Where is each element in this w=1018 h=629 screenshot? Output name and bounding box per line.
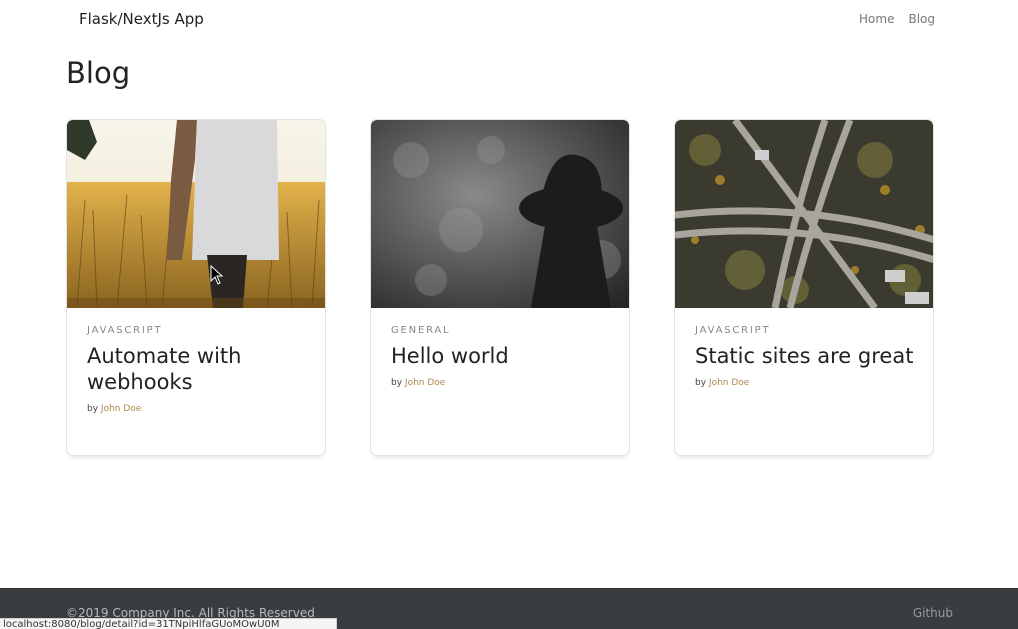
post-card-body: GENERAL Hello world by John Doe (391, 325, 613, 388)
post-by-label: by (391, 378, 403, 388)
page-title: Blog (66, 56, 131, 90)
post-by-label: by (695, 378, 707, 388)
post-card-grid: JAVASCRIPT Automate with webhooks by Joh… (66, 119, 934, 459)
post-card-body: JAVASCRIPT Static sites are great by Joh… (695, 325, 917, 388)
brand-link[interactable]: Flask/NextJs App (79, 10, 204, 28)
nav-links: Home Blog (859, 12, 935, 26)
post-author-link[interactable]: John Doe (709, 378, 749, 388)
nav-link-home[interactable]: Home (859, 12, 894, 26)
post-image-silhouette[interactable] (371, 120, 629, 308)
browser-status-url: localhost:8080/blog/detail?id=31TNpiHlfa… (0, 618, 337, 629)
post-card[interactable]: JAVASCRIPT Automate with webhooks by Joh… (66, 119, 326, 456)
post-meta: by John Doe (87, 404, 309, 414)
post-title: Hello world (391, 343, 613, 369)
post-by-label: by (87, 404, 99, 414)
post-category: JAVASCRIPT (695, 325, 771, 336)
post-image-wheat-field[interactable] (67, 120, 325, 308)
post-title-link[interactable]: Hello world (391, 344, 509, 368)
post-title: Static sites are great (695, 343, 917, 369)
post-category: JAVASCRIPT (87, 325, 163, 336)
post-title: Automate with webhooks (87, 343, 309, 395)
post-author-link[interactable]: John Doe (405, 378, 445, 388)
post-image-highway-aerial[interactable] (675, 120, 933, 308)
navbar: Flask/NextJs App Home Blog (0, 0, 1018, 40)
post-card-body: JAVASCRIPT Automate with webhooks by Joh… (87, 325, 309, 414)
post-category: GENERAL (391, 325, 451, 336)
footer-github-link[interactable]: Github (913, 606, 953, 620)
post-card[interactable]: GENERAL Hello world by John Doe (370, 119, 630, 456)
post-title-link[interactable]: Automate with webhooks (87, 344, 241, 394)
post-author-link[interactable]: John Doe (101, 404, 141, 414)
post-card[interactable]: JAVASCRIPT Static sites are great by Joh… (674, 119, 934, 456)
post-title-link[interactable]: Static sites are great (695, 344, 913, 368)
nav-link-blog[interactable]: Blog (908, 12, 935, 26)
highway-aerial-photo (675, 120, 933, 308)
silhouette-hat-photo (371, 120, 629, 308)
post-meta: by John Doe (391, 378, 613, 388)
post-meta: by John Doe (695, 378, 917, 388)
wheat-field-photo (67, 120, 325, 308)
